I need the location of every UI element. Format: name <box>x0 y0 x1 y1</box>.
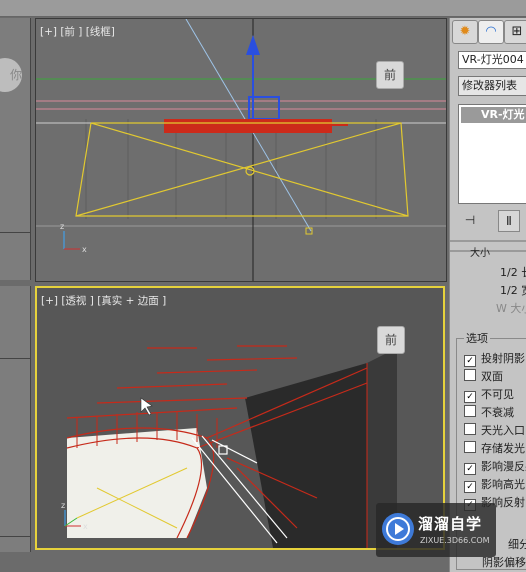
pin-stack-icon[interactable]: ⊣ <box>460 210 480 230</box>
front-viewport-scene: z x <box>36 19 446 281</box>
subdivs-label: 细分 <box>508 538 526 551</box>
watermark: 溜溜自学 ZIXUE.3D66.COM <box>376 503 496 557</box>
half-width-label: 1/2 宽 <box>500 284 526 297</box>
command-panel-tabs: ✹ ◠ ⊞ <box>450 20 526 44</box>
checkbox[interactable]: ✓ <box>464 391 476 403</box>
command-panel: ✹ ◠ ⊞ VR-灯光004 修改器列表 VR-灯光 ⊣ Ⅱ 大小 1/2 长 … <box>449 18 526 572</box>
svg-text:z: z <box>61 501 65 510</box>
grid-line <box>0 232 30 233</box>
checkbox[interactable]: ✓ <box>464 463 476 475</box>
grid-line <box>0 536 30 537</box>
option-no-decay[interactable]: 不衰减 <box>464 404 514 420</box>
checkbox[interactable] <box>464 441 476 453</box>
svg-text:x: x <box>82 245 87 254</box>
watermark-title: 溜溜自学 <box>418 515 483 533</box>
modify-tab-icon[interactable]: ◠ <box>478 20 504 44</box>
option-affect-specular[interactable]: ✓ 影响高光 <box>464 476 525 493</box>
modifier-list-dropdown[interactable]: 修改器列表 <box>458 76 526 96</box>
hierarchy-tab-icon[interactable]: ⊞ <box>504 20 526 44</box>
size-rollout-header[interactable]: 大小 <box>470 244 490 259</box>
watermark-subtitle: ZIXUE.3D66.COM <box>420 536 490 545</box>
svg-text:z: z <box>60 222 64 231</box>
panel-divider <box>450 240 526 242</box>
top-toolbar-strip <box>0 0 526 17</box>
front-viewport-label[interactable]: [+] [前 ] [线框] <box>40 24 115 39</box>
viewcube-perspective[interactable]: 前 <box>377 326 405 354</box>
viewcube-front[interactable]: 前 <box>376 61 404 89</box>
front-viewport[interactable]: z x [+] [前 ] [线框] 前 <box>35 18 447 282</box>
w-size-label: W 大小 <box>496 302 526 315</box>
play-logo-icon <box>382 513 414 545</box>
option-double-sided[interactable]: 双面 <box>464 368 503 384</box>
modifier-stack[interactable]: VR-灯光 <box>458 104 526 204</box>
option-store-irradiance[interactable]: 存储发光 <box>464 440 525 456</box>
checkbox[interactable]: ✓ <box>464 481 476 493</box>
option-skylight-portal[interactable]: 天光入口 <box>464 422 525 438</box>
svg-text:x: x <box>83 522 88 531</box>
object-name-field[interactable]: VR-灯光004 <box>458 51 526 69</box>
perspective-viewport-label[interactable]: [+] [透视 ] [真实 + 边面 ] <box>41 293 166 308</box>
left-viewport-bottom[interactable] <box>0 286 31 552</box>
option-cast-shadows[interactable]: ✓ 投射阴影 <box>464 350 525 367</box>
option-affect-diffuse[interactable]: ✓影响漫反射 <box>464 458 526 475</box>
stack-toolbar: ⊣ Ⅱ <box>458 210 526 232</box>
create-tab-icon[interactable]: ✹ <box>452 20 478 44</box>
option-invisible[interactable]: ✓ 不可见 <box>464 386 514 403</box>
stack-item-vray-light[interactable]: VR-灯光 <box>461 107 526 123</box>
checkbox[interactable] <box>464 423 476 435</box>
grid-line <box>0 358 30 359</box>
half-length-label: 1/2 长 <box>500 266 526 279</box>
left-viewport-top[interactable]: 你 <box>0 18 31 280</box>
options-group-title: 选项 <box>464 330 490 346</box>
checkbox[interactable]: ✓ <box>464 355 476 367</box>
checkbox[interactable] <box>464 405 476 417</box>
show-end-result-icon[interactable]: Ⅱ <box>498 210 520 232</box>
nav-cube-partial[interactable]: 你 <box>0 58 22 92</box>
checkbox[interactable] <box>464 369 476 381</box>
